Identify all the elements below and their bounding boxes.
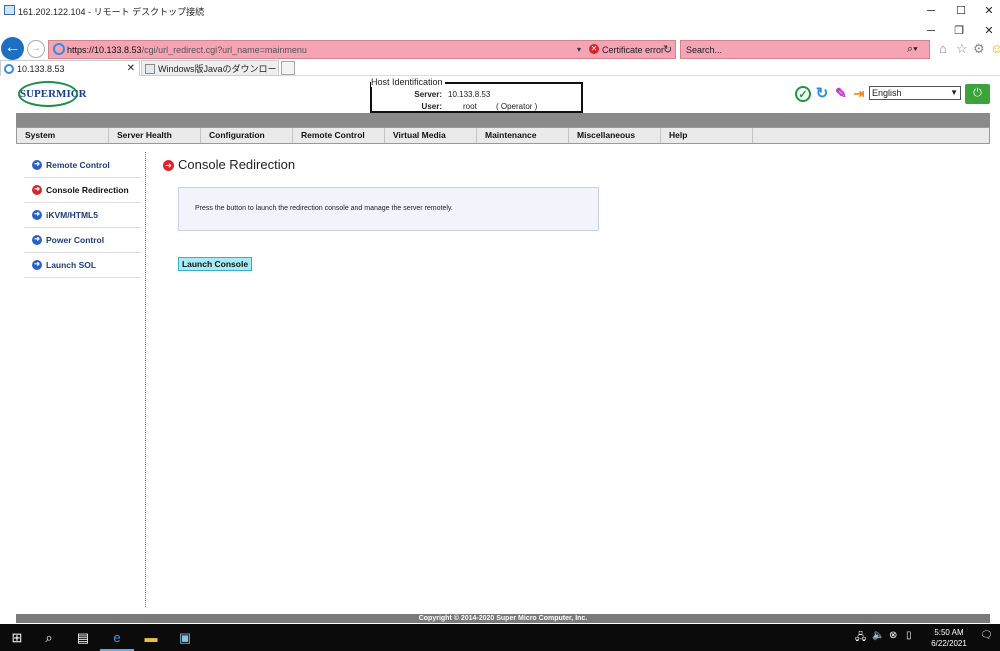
close-circle-icon[interactable]: ⊗ — [889, 630, 897, 641]
refresh-icon[interactable]: ↻ — [663, 43, 672, 56]
arrow-right-icon: ➜ — [32, 235, 42, 245]
logout-icon[interactable]: ⇥ — [851, 86, 867, 102]
settings-gear-icon[interactable]: ⚙ — [973, 41, 985, 57]
tab-java-download[interactable]: Windows版Javaのダウンロード — [141, 60, 279, 90]
page-title: ➜ Console Redirection — [163, 157, 295, 172]
server-manager-icon[interactable]: ▣ — [168, 624, 202, 651]
search-input[interactable]: Search... ⌕▾ — [680, 40, 930, 59]
sidebar-item-console-redirection[interactable]: ➜ Console Redirection — [24, 178, 141, 203]
clock-time: 5:50 AM — [934, 628, 964, 637]
server-label: Server: — [414, 90, 442, 99]
language-select[interactable]: English ▼ — [869, 86, 961, 100]
arrow-right-icon: ➜ — [32, 160, 42, 170]
tab-close-icon[interactable]: ✕ — [127, 61, 135, 77]
nav-bar-top — [16, 113, 990, 127]
forward-button[interactable]: → — [27, 40, 45, 58]
notification-icon[interactable]: 🗨 — [980, 630, 993, 641]
rdp-window-title: 161.202.122.104 - リモート デスクトップ接続 — [18, 7, 205, 17]
network-icon[interactable]: 🖧 — [855, 630, 866, 647]
search-icon[interactable]: ⌕ — [32, 624, 66, 651]
windows-taskbar: ⊞ ⌕ ▤ e ▬ ▣ 🖧 🔈 ⊗ ▯ 5:50 AM 6/22/2021 🗨 — [0, 624, 1000, 651]
rdp-title-bar: 161.202.122.104 - リモート デスクトップ接続 ─ ☐ ✕ — [0, 0, 1000, 22]
remote-desktop-icon — [4, 5, 15, 15]
browser-toolbar: ─ ❐ ✕ ← → https://10.133.8.53/cgi/url_re… — [0, 22, 1000, 60]
tab-label: 10.133.8.53 — [17, 64, 65, 74]
new-tab-button[interactable] — [281, 61, 295, 75]
user-label: User: — [421, 102, 442, 111]
search-icon[interactable]: ⌕▾ — [907, 43, 918, 56]
launch-console-button[interactable]: Launch Console — [178, 257, 252, 271]
nav-system[interactable]: System — [17, 128, 109, 143]
file-explorer-icon[interactable]: ▬ — [134, 624, 168, 651]
info-description: Press the button to launch the redirecti… — [195, 205, 453, 212]
sidebar-divider — [145, 152, 146, 607]
server-value: 10.133.8.53 — [448, 90, 491, 99]
favorites-star-icon[interactable]: ☆ — [956, 41, 968, 57]
sidebar-item-remote-control[interactable]: ➜ Remote Control — [24, 153, 141, 178]
power-icon: ⏻ — [973, 87, 982, 99]
arrow-right-icon: ➜ — [32, 210, 42, 220]
info-panel: Press the button to launch the redirecti… — [178, 187, 599, 231]
browser-close-button[interactable]: ✕ — [978, 22, 1000, 40]
main-nav: System Server Health Configuration Remot… — [16, 127, 990, 144]
sidebar-item-ikvm-html5[interactable]: ➜ iKVM/HTML5 — [24, 203, 141, 228]
search-placeholder: Search... — [686, 45, 723, 55]
copyright-footer: Copyright © 2014-2020 Super Micro Comput… — [16, 614, 990, 623]
browser-tab-strip: 10.133.8.53 ✕ Windows版Javaのダウンロード — [0, 60, 1000, 90]
certificate-error-label[interactable]: Certificate error — [602, 45, 664, 55]
status-check-icon[interactable]: ✓ — [795, 86, 811, 102]
taskbar-clock[interactable]: 5:50 AM 6/22/2021 — [922, 627, 976, 649]
address-url: https://10.133.8.53/cgi/url_redirect.cgi… — [67, 45, 307, 55]
bmc-header: SUPERMICR Host Identification Server: 10… — [0, 76, 1000, 119]
nav-maintenance[interactable]: Maintenance — [477, 128, 569, 143]
sidebar-item-power-control[interactable]: ➜ Power Control — [24, 228, 141, 253]
chevron-down-icon: ▼ — [950, 88, 958, 97]
clock-date: 6/22/2021 — [931, 639, 967, 648]
nav-remote-control[interactable]: Remote Control — [293, 128, 385, 143]
arrow-right-icon: ➜ — [163, 160, 174, 171]
forward-arrow-icon: → — [31, 43, 41, 54]
smiley-feedback-icon[interactable]: ☺ — [990, 41, 1000, 56]
rdp-close-button[interactable]: ✕ — [978, 2, 1000, 20]
user-role: ( Operator ) — [496, 102, 538, 111]
internet-explorer-icon[interactable]: e — [100, 624, 134, 651]
host-identification-box: Host Identification Server: 10.133.8.53 … — [370, 77, 583, 113]
nav-help[interactable]: Help — [661, 128, 753, 143]
nav-configuration[interactable]: Configuration — [201, 128, 293, 143]
eraser-icon[interactable]: ✎ — [833, 86, 849, 102]
windows-start-icon[interactable]: ⊞ — [0, 624, 34, 651]
nav-server-health[interactable]: Server Health — [109, 128, 201, 143]
rdp-minimize-button[interactable]: ─ — [920, 2, 942, 20]
sidebar: ➜ Remote Control ➜ Console Redirection ➜… — [24, 153, 141, 278]
user-value: root — [463, 102, 477, 111]
arrow-right-icon: ➜ — [32, 260, 42, 270]
task-view-icon[interactable]: ▤ — [66, 624, 100, 651]
address-dropdown-icon[interactable]: ▾ — [577, 45, 581, 54]
arrow-right-icon: ➜ — [32, 185, 42, 195]
address-bar[interactable]: https://10.133.8.53/cgi/url_redirect.cgi… — [48, 40, 676, 59]
browser-restore-button[interactable]: ❐ — [948, 22, 970, 40]
volume-muted-icon[interactable]: 🔈 — [872, 630, 884, 641]
tab-bmc[interactable]: 10.133.8.53 ✕ — [0, 60, 140, 76]
nav-miscellaneous[interactable]: Miscellaneous — [569, 128, 661, 143]
host-identification-legend: Host Identification — [371, 77, 445, 87]
sidebar-item-launch-sol[interactable]: ➜ Launch SOL — [24, 253, 141, 278]
refresh-icon[interactable]: ↻ — [814, 86, 830, 102]
rdp-maximize-button[interactable]: ☐ — [950, 2, 972, 20]
back-arrow-icon: ← — [4, 39, 21, 56]
page-tab-icon — [145, 64, 155, 74]
browser-minimize-button[interactable]: ─ — [920, 22, 942, 40]
home-icon[interactable]: ⌂ — [939, 41, 947, 56]
certificate-error-icon[interactable]: ✕ — [589, 44, 599, 54]
power-button[interactable]: ⏻ — [965, 84, 990, 104]
back-button[interactable]: ← — [1, 37, 24, 60]
ime-icon[interactable]: ▯ — [906, 630, 912, 641]
ie-page-icon — [53, 43, 65, 55]
nav-virtual-media[interactable]: Virtual Media — [385, 128, 477, 143]
supermicro-logo: SUPERMICR — [18, 81, 87, 119]
ie-tab-icon — [4, 64, 14, 74]
